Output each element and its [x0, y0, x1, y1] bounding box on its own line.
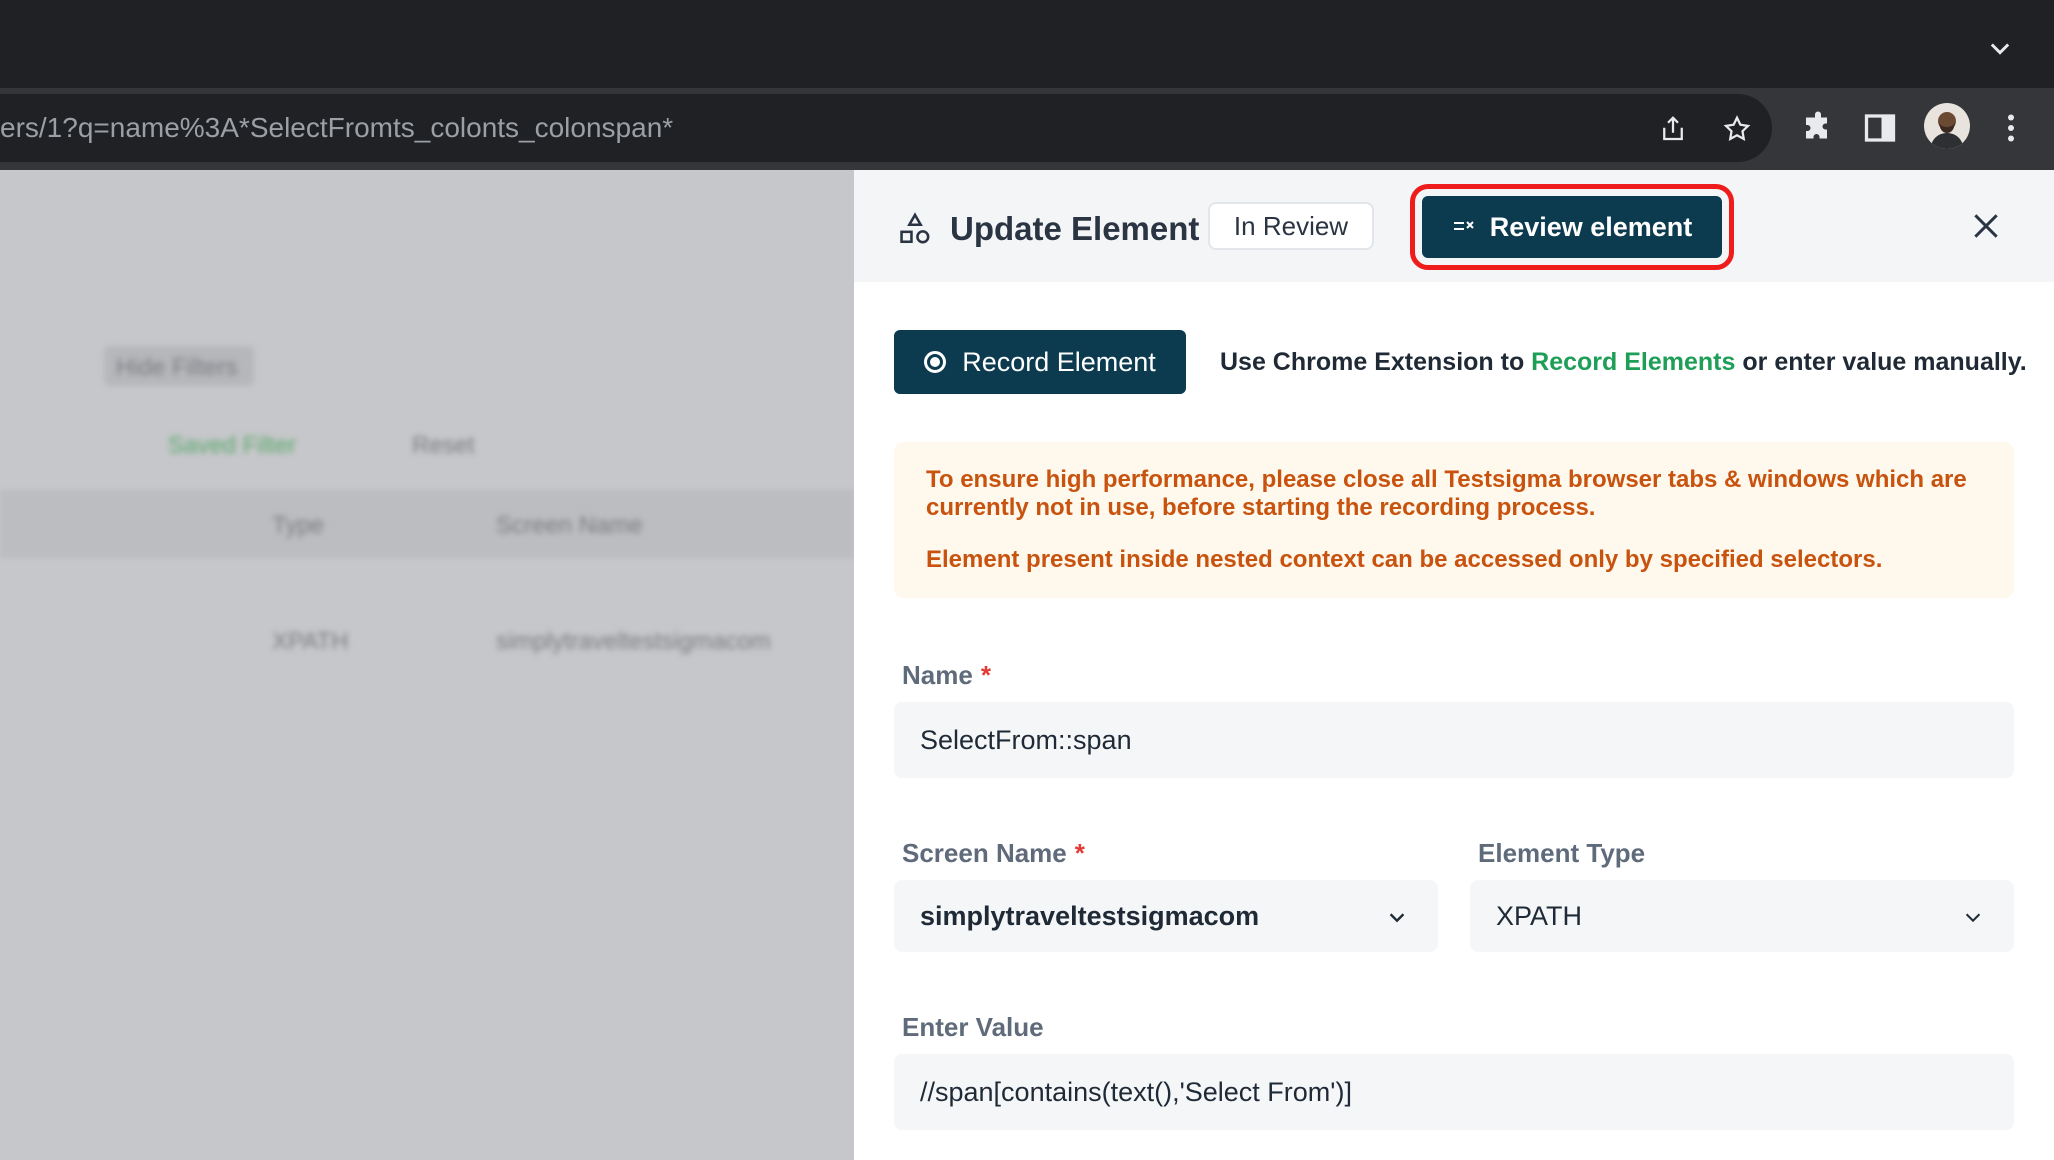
required-asterisk: * — [980, 660, 991, 690]
table-header — [0, 490, 854, 558]
saved-filter-text: Saved Filter — [168, 432, 297, 459]
enter-value-text: //span[contains(text(),'Select From')] — [920, 1076, 1352, 1107]
side-panel-icon[interactable] — [1862, 110, 1898, 146]
row-screen-name: simplytraveltestsigmacom — [496, 628, 771, 655]
extensions-puzzle-icon[interactable] — [1800, 110, 1836, 146]
required-asterisk: * — [1074, 838, 1085, 868]
bookmark-star-icon[interactable] — [1722, 114, 1752, 144]
name-field[interactable]: SelectFrom::span — [894, 702, 2014, 778]
record-element-label: Record Element — [962, 346, 1156, 377]
enter-value-field[interactable]: //span[contains(text(),'Select From')] — [894, 1054, 2014, 1130]
record-element-button[interactable]: Record Element — [894, 330, 1186, 394]
hint-prefix: Use Chrome Extension to — [1220, 348, 1532, 376]
name-label-text: Name — [902, 660, 973, 690]
panel-header: Update Element In Review Review element — [854, 170, 2054, 282]
screen-name-value: simplytraveltestsigmacom — [920, 900, 1260, 931]
element-type-value: XPATH — [1496, 900, 1583, 931]
update-element-panel: Update Element In Review Review element … — [854, 170, 2054, 1160]
hint-suffix: or enter value manually. — [1735, 348, 2027, 376]
name-value: SelectFrom::span — [920, 724, 1132, 755]
browser-toolbar: ers/1?q=name%3A*SelectFromts_colonts_col… — [0, 88, 2054, 170]
tab-search-chevron-icon[interactable] — [1986, 34, 2014, 62]
column-screen-name: Screen Name — [496, 512, 643, 539]
chevron-down-icon — [1389, 913, 1405, 923]
profile-avatar[interactable] — [1924, 103, 1970, 149]
element-type-label: Element Type — [1478, 838, 1646, 868]
panel-title: Update Element — [950, 210, 1200, 247]
review-list-icon — [1453, 221, 1474, 230]
screen-name-label-text: Screen Name — [902, 838, 1067, 868]
record-icon — [924, 351, 947, 373]
column-type: Type — [272, 512, 325, 539]
close-icon[interactable] — [1970, 210, 2002, 242]
reset-text: Reset — [412, 432, 475, 459]
record-hint: Use Chrome Extension to Record Elements … — [1220, 348, 2027, 377]
record-elements-link[interactable]: Record Elements — [1531, 348, 1735, 376]
hide-filters-text: Hide Filters — [116, 354, 238, 381]
background-page: Hide Filters Saved Filter Reset Type Scr… — [0, 170, 854, 1160]
warning-box: To ensure high performance, please close… — [894, 442, 2014, 598]
enter-value-label: Enter Value — [902, 1012, 1044, 1042]
shapes-icon — [900, 212, 930, 244]
url-text: ers/1?q=name%3A*SelectFromts_colonts_col… — [0, 112, 674, 143]
name-label: Name * — [902, 660, 991, 691]
chevron-down-icon — [1965, 913, 1981, 923]
row-type: XPATH — [272, 628, 349, 655]
warning-nested-context: Element present inside nested context ca… — [926, 546, 1883, 573]
address-bar[interactable]: ers/1?q=name%3A*SelectFromts_colonts_col… — [0, 94, 1772, 162]
browser-tab-bar — [0, 0, 2054, 88]
screen-name-label: Screen Name * — [902, 838, 1085, 869]
element-type-select[interactable]: XPATH — [1470, 880, 2014, 952]
share-icon[interactable] — [1658, 114, 1688, 144]
screen-name-select[interactable]: simplytraveltestsigmacom — [894, 880, 1438, 952]
review-element-button[interactable]: Review element — [1410, 184, 1734, 270]
review-element-label: Review element — [1489, 211, 1693, 242]
browser-menu-icon[interactable] — [1993, 110, 2029, 146]
status-badge: In Review — [1208, 202, 1374, 250]
warning-performance: To ensure high performance, please close… — [926, 466, 1967, 521]
